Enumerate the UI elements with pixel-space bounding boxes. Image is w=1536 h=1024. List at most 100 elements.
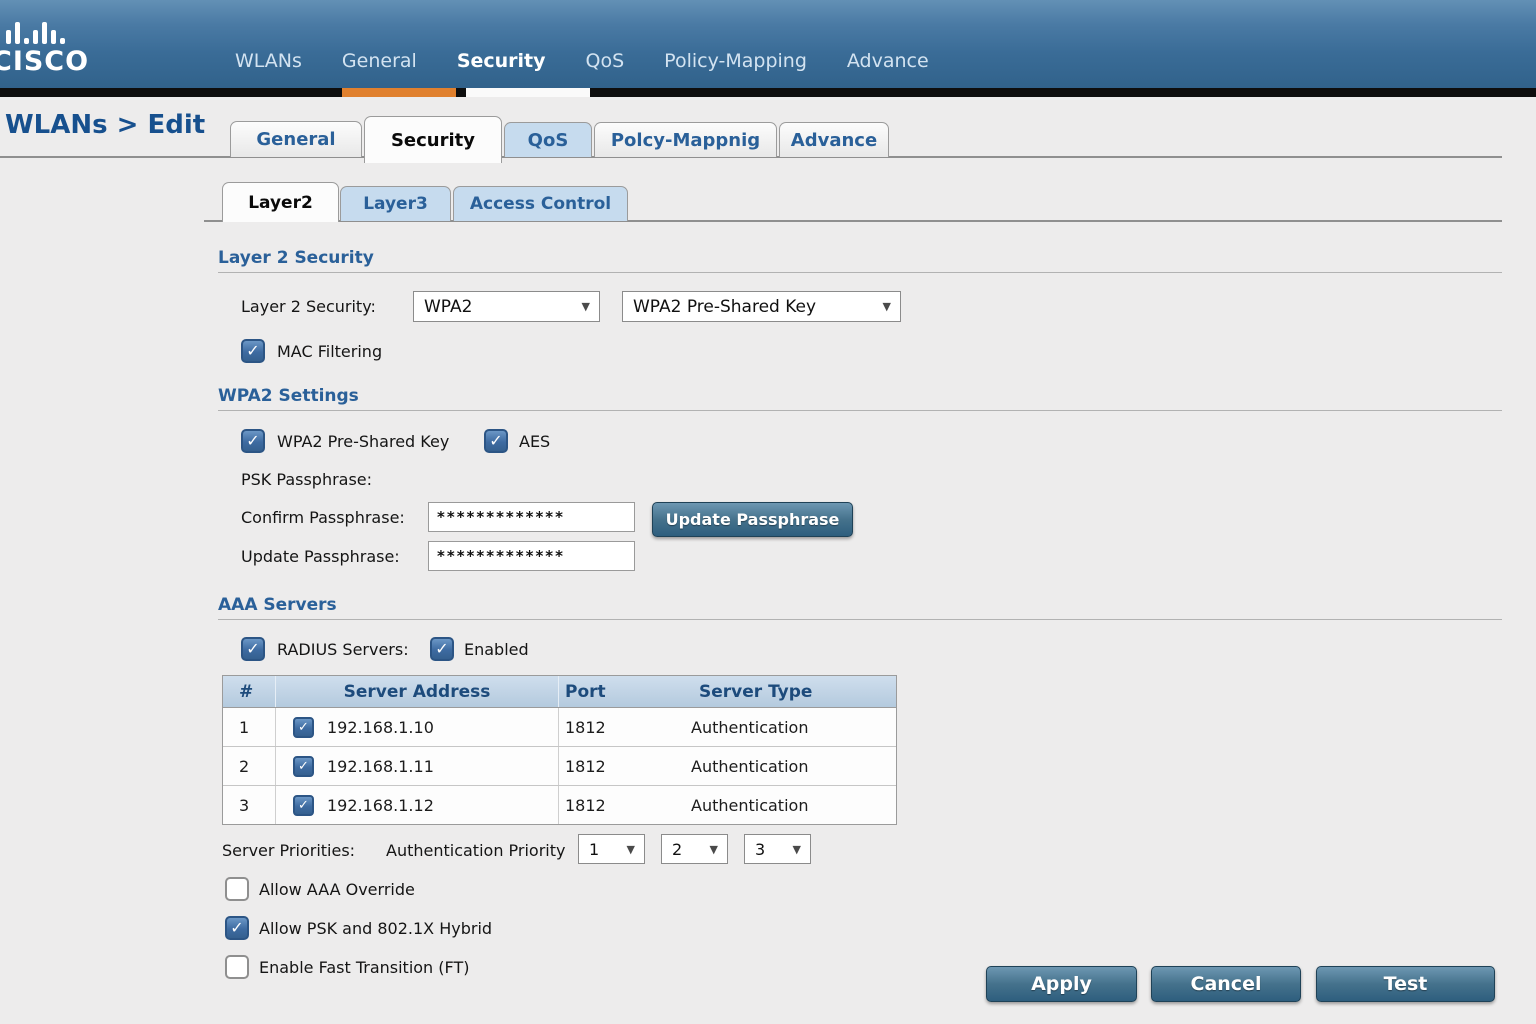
test-button-label: Test [1384, 973, 1428, 995]
aaa-servers-title: AAA Servers [218, 595, 337, 615]
authentication-priority-label: Authentication Priority [386, 841, 565, 860]
col-header-type: Server Type [673, 676, 896, 707]
confirm-passphrase-input[interactable] [428, 502, 635, 532]
subtab-access-control-label: Access Control [470, 194, 611, 214]
breadcrumb: WLANs > Edit [5, 110, 205, 140]
layer2-security-value: WPA2 [424, 297, 472, 317]
wpa2-psk-checkbox[interactable] [241, 429, 265, 453]
row-num: 1 [223, 708, 276, 746]
tab-policy-mapping-label: Polcy-Mappnig [611, 130, 760, 151]
update-passphrase-label: Update Passphrase: [241, 547, 400, 566]
nav-indicator-security [466, 88, 590, 97]
mac-filtering-checkbox[interactable] [241, 339, 265, 363]
priority-3-select[interactable]: 3 [744, 834, 811, 864]
table-row: 1 192.168.1.10 1812 Authentication [223, 707, 896, 746]
radius-table-header: # Server Address Port Server Type [223, 676, 896, 707]
server-3-checkbox[interactable] [293, 795, 314, 816]
subtab-layer3[interactable]: Layer3 [340, 186, 451, 221]
col-header-num: # [223, 676, 276, 707]
enable-ft-checkbox[interactable] [225, 955, 249, 979]
nav-wlans[interactable]: WLANs [235, 50, 302, 72]
update-passphrase-button-label: Update Passphrase [666, 510, 840, 529]
nav-advance[interactable]: Advance [847, 50, 929, 72]
server-3-address: 192.168.1.12 [327, 796, 434, 815]
allow-psk-hybrid-label: Allow PSK and 802.1X Hybrid [259, 919, 492, 938]
priority-1-select[interactable]: 1 [578, 834, 645, 864]
confirm-passphrase-label: Confirm Passphrase: [241, 508, 405, 527]
layer2-security-select[interactable]: WPA2 [413, 291, 600, 322]
nav-general[interactable]: General [342, 50, 417, 72]
server-priorities-label: Server Priorities: [222, 841, 355, 860]
cancel-button[interactable]: Cancel [1151, 966, 1301, 1002]
tab-security-label: Security [391, 130, 475, 151]
row-num: 2 [223, 747, 276, 785]
server-1-type: Authentication [673, 708, 896, 746]
header-bottom-strip [0, 88, 1536, 97]
allow-psk-hybrid-checkbox[interactable] [225, 916, 249, 940]
cisco-bars-icon [6, 20, 65, 44]
wpa2-divider [218, 410, 1502, 411]
layer2-divider [218, 272, 1502, 273]
update-passphrase-input[interactable] [428, 541, 635, 571]
aes-label: AES [519, 432, 550, 451]
tab-advance-label: Advance [791, 130, 877, 151]
tab-policy-mapping[interactable]: Polcy-Mappnig [594, 122, 777, 157]
subtab-layer2[interactable]: Layer2 [222, 182, 339, 222]
cancel-button-label: Cancel [1191, 973, 1262, 995]
psk-passphrase-label: PSK Passphrase: [241, 470, 372, 489]
server-3-port: 1812 [559, 786, 673, 824]
tab-security[interactable]: Security [364, 116, 502, 163]
tab-general-label: General [256, 129, 335, 150]
table-row: 2 192.168.1.11 1812 Authentication [223, 746, 896, 785]
col-header-address: Server Address [276, 676, 559, 707]
radius-enabled-label: Enabled [464, 640, 529, 659]
allow-aaa-override-label: Allow AAA Override [259, 880, 415, 899]
priority-2-select[interactable]: 2 [661, 834, 728, 864]
nav-indicator-general [342, 88, 456, 97]
test-button[interactable]: Test [1316, 966, 1495, 1002]
subtab-layer2-label: Layer2 [248, 193, 313, 213]
priority-1-value: 1 [589, 840, 599, 859]
app-header: CISCO WLANs General Security QoS Policy-… [0, 0, 1536, 88]
server-2-port: 1812 [559, 747, 673, 785]
server-2-checkbox[interactable] [293, 756, 314, 777]
update-passphrase-button[interactable]: Update Passphrase [652, 502, 853, 537]
table-row: 3 192.168.1.12 1812 Authentication [223, 785, 896, 824]
tab-qos[interactable]: QoS [504, 122, 592, 157]
cisco-logo: CISCO [0, 46, 89, 77]
allow-aaa-override-checkbox[interactable] [225, 877, 249, 901]
col-header-port: Port [559, 676, 673, 707]
priority-2-value: 2 [672, 840, 682, 859]
enable-ft-label: Enable Fast Transition (FT) [259, 958, 469, 977]
auth-key-mgmt-value: WPA2 Pre-Shared Key [633, 297, 816, 317]
radius-servers-checkbox[interactable] [241, 637, 265, 661]
wpa2-psk-label: WPA2 Pre-Shared Key [277, 432, 449, 451]
tab-advance[interactable]: Advance [779, 122, 889, 157]
auth-key-mgmt-select[interactable]: WPA2 Pre-Shared Key [622, 291, 901, 322]
mac-filtering-label: MAC Filtering [277, 342, 382, 361]
aes-checkbox[interactable] [484, 429, 508, 453]
radius-server-table: # Server Address Port Server Type 1 192.… [222, 675, 897, 825]
nav-policy-mapping[interactable]: Policy-Mapping [664, 50, 807, 72]
server-1-address: 192.168.1.10 [327, 718, 434, 737]
server-3-type: Authentication [673, 786, 896, 824]
priority-3-value: 3 [755, 840, 765, 859]
apply-button-label: Apply [1031, 973, 1092, 995]
wpa2-settings-title: WPA2 Settings [218, 386, 359, 406]
tab-general[interactable]: General [230, 121, 362, 157]
server-1-port: 1812 [559, 708, 673, 746]
server-2-address: 192.168.1.11 [327, 757, 434, 776]
server-1-checkbox[interactable] [293, 717, 314, 738]
server-2-type: Authentication [673, 747, 896, 785]
nav-security[interactable]: Security [457, 50, 546, 72]
subtab-layer3-label: Layer3 [363, 194, 428, 214]
apply-button[interactable]: Apply [986, 966, 1137, 1002]
layer2-security-label: Layer 2 Security: [241, 297, 376, 316]
nav-qos[interactable]: QoS [586, 50, 625, 72]
row-num: 3 [223, 786, 276, 824]
layer2-security-title: Layer 2 Security [218, 248, 374, 268]
aaa-divider [218, 619, 1502, 620]
radius-enabled-checkbox[interactable] [430, 637, 454, 661]
tab-qos-label: QoS [528, 130, 569, 151]
subtab-access-control[interactable]: Access Control [453, 186, 628, 221]
